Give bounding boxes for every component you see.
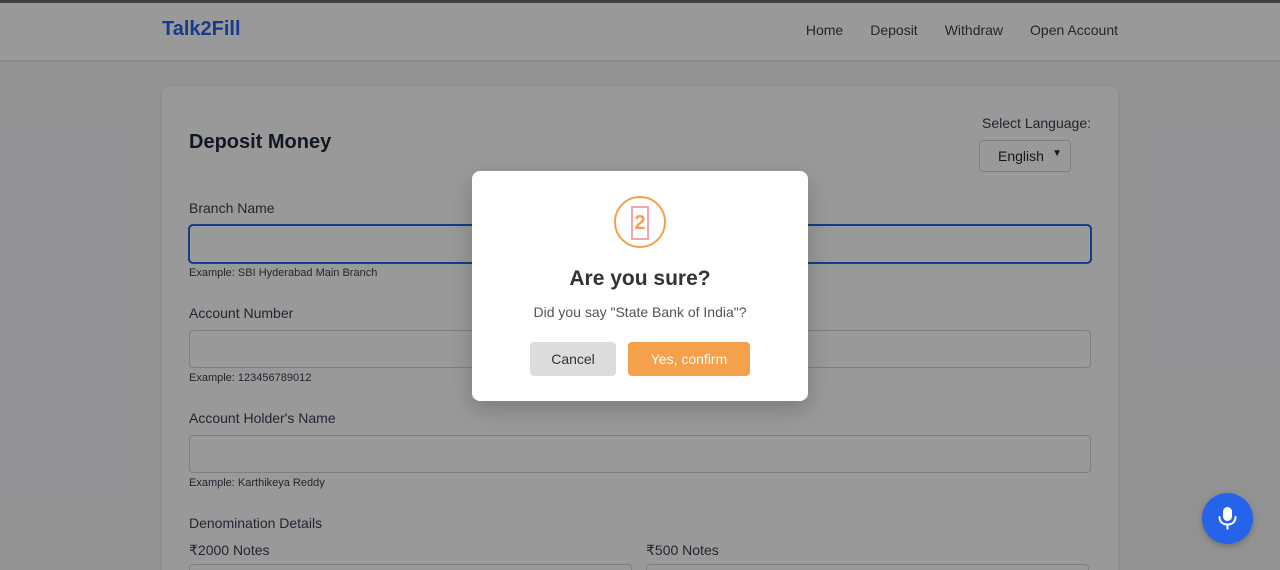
microphone-icon (1218, 507, 1237, 530)
cancel-button[interactable]: Cancel (530, 342, 616, 376)
question-icon: 2 (614, 196, 666, 248)
dialog-message: Did you say "State Bank of India"? (533, 304, 747, 320)
confirm-button[interactable]: Yes, confirm (628, 342, 750, 376)
confirm-dialog: 2 Are you sure? Did you say "State Bank … (472, 171, 808, 401)
question-icon-mark: 2 (631, 206, 649, 240)
dialog-title: Are you sure? (569, 267, 711, 290)
voice-input-button[interactable] (1202, 493, 1253, 544)
